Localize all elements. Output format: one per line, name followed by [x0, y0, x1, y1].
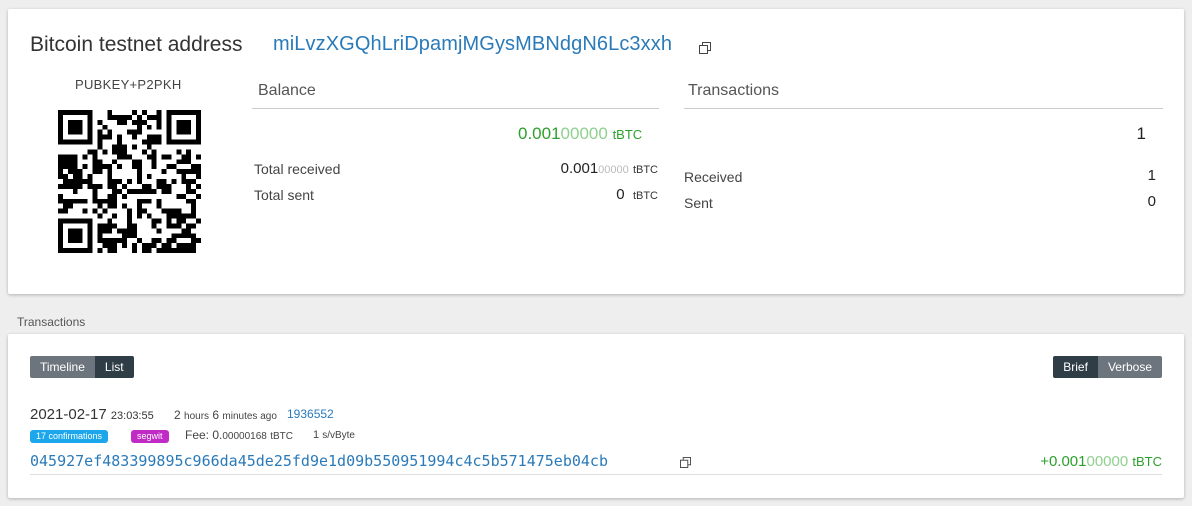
rate-unit: s/vByte: [322, 430, 355, 441]
tab-verbose[interactable]: Verbose: [1097, 356, 1162, 378]
tx-date: 2021-02-17: [30, 406, 107, 423]
tx-block-link[interactable]: 1936552: [287, 407, 334, 421]
balance-amount-light: 00000: [560, 124, 608, 143]
rate-value: 1: [313, 429, 320, 441]
total-sent-unit: tBTC: [632, 190, 658, 202]
balance-title: Balance: [258, 82, 316, 99]
confirmations-badge: 17 confirmations: [30, 430, 109, 443]
fee-main: 0.: [212, 428, 223, 442]
address-value[interactable]: miLvzXGQhLriDpamjMGysMBNdgN6Lc3xxh: [273, 33, 672, 56]
view-toggle: Timeline List: [30, 356, 134, 378]
balance-unit: tBTC: [612, 127, 643, 142]
total-sent-number: 0: [616, 186, 625, 203]
fee-light: 00000168: [222, 431, 267, 442]
transactions-card: Timeline List Brief Verbose 2021-02-17 2…: [8, 334, 1184, 498]
balance-divider: [252, 108, 659, 109]
tx-age: 2 hours 6 minutes ago: [174, 408, 277, 422]
sent-value: 0: [1147, 193, 1156, 210]
tx-age-minutes-unit: minutes ago: [222, 411, 277, 422]
total-sent-value: 0 tBTC: [616, 186, 658, 203]
tx-divider: [30, 474, 1162, 475]
transactions-count: 1: [1136, 124, 1146, 143]
fee-label: Fee:: [185, 428, 210, 442]
tab-timeline[interactable]: Timeline: [30, 356, 95, 378]
address-label: Bitcoin testnet address: [30, 33, 243, 56]
tx-amount: +0.00100000 tBTC: [1040, 453, 1162, 470]
total-received-main: 0.001: [560, 160, 599, 177]
transactions-summary-title: Transactions: [688, 82, 779, 99]
tx-age-minutes: 6: [212, 408, 220, 422]
tx-fee-rate: 1 s/vByte: [313, 429, 355, 441]
tx-amount-unit: tBTC: [1132, 454, 1162, 469]
tx-age-hours: 2: [174, 408, 181, 422]
received-label: Received: [684, 169, 743, 185]
tab-list[interactable]: List: [94, 356, 134, 378]
address-type-caption: PUBKEY+P2PKH: [75, 77, 182, 92]
total-sent-label: Total sent: [254, 187, 314, 203]
balance-amount: 0.00100000 tBTC: [518, 124, 642, 144]
fee-unit: tBTC: [270, 431, 293, 442]
tx-age-hours-unit: hours: [184, 411, 210, 422]
detail-toggle: Brief Verbose: [1053, 356, 1162, 378]
total-received-value: 0.00100000 tBTC: [561, 160, 658, 177]
address-summary-card: Bitcoin testnet address miLvzXGQhLriDpam…: [8, 9, 1184, 294]
balance-amount-main: 0.001: [518, 124, 561, 143]
txid-link[interactable]: 045927ef483399895c966da45de25fd9e1d09b55…: [30, 452, 608, 470]
transactions-section-heading: Transactions: [17, 315, 86, 329]
copy-txid-icon[interactable]: [680, 457, 691, 468]
qr-code-image: [58, 110, 201, 258]
transactions-divider: [684, 108, 1163, 109]
tx-amount-main: +0.001: [1040, 453, 1087, 470]
sent-label: Sent: [684, 195, 713, 211]
tx-time: 23:03:55: [110, 410, 154, 422]
total-received-light: 00000: [598, 164, 629, 176]
tab-brief[interactable]: Brief: [1053, 356, 1098, 378]
total-received-unit: tBTC: [632, 164, 658, 176]
segwit-badge: segwit: [131, 430, 169, 443]
total-received-label: Total received: [254, 161, 341, 177]
tx-amount-light: 00000: [1086, 453, 1129, 470]
received-value: 1: [1147, 167, 1156, 184]
copy-address-icon[interactable]: [699, 42, 711, 54]
tx-fee: Fee: 0.00000168 tBTC: [185, 428, 293, 442]
tx-datetime: 2021-02-17 23:03:55: [30, 406, 154, 423]
